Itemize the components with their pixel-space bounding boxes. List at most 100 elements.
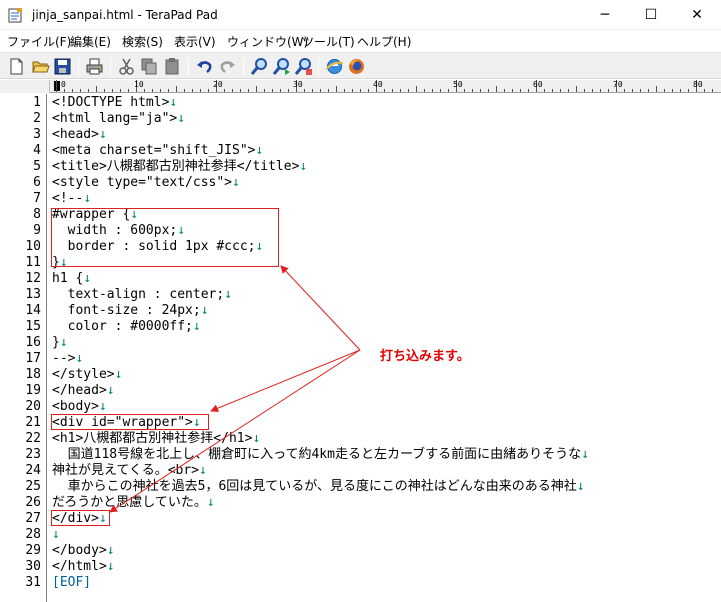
menu-view[interactable]: 表示(V) [174,33,216,50]
menu-help[interactable]: ヘルプ(H) [357,33,411,50]
find-icon[interactable] [250,57,269,76]
code-line[interactable]: <style type="text/css">↓ [52,175,240,191]
ruler-tick [384,89,385,92]
menu-file[interactable]: ファイル(F) [7,33,71,50]
newline-mark: ↓ [177,111,186,126]
code-line[interactable]: <head>↓ [52,127,107,143]
line-number: 21 [25,415,41,430]
ruler-tick [352,89,353,92]
code-line[interactable]: </body>↓ [52,543,115,559]
ruler-tick [424,89,425,92]
new-file-icon[interactable] [7,57,26,76]
code-line[interactable]: h1 {↓ [52,271,91,287]
ruler-tick [312,89,313,92]
code-line[interactable]: <body>↓ [52,399,107,415]
code-text: color : #0000ff; [52,319,193,334]
ruler-tick [712,89,713,92]
newline-mark: ↓ [52,527,60,542]
find-next-icon[interactable] [272,57,291,76]
code-text: <meta charset="shift_JIS"> [52,143,256,158]
close-button[interactable]: ✕ [674,0,720,30]
print-icon[interactable] [85,57,104,76]
ruler-tick [664,89,665,92]
ruler-tick [464,89,465,92]
menu-edit[interactable]: 編集(E) [70,33,111,50]
code-line[interactable]: </style>↓ [52,367,122,383]
line-number: 26 [25,495,41,510]
code-line[interactable]: だろうかと思慮していた。↓ [52,495,215,511]
save-icon[interactable] [53,57,72,76]
ruler-tick [440,89,441,92]
line-number: 8 [33,207,41,222]
code-line[interactable]: ↓ [52,527,60,543]
firefox-icon[interactable] [347,57,366,76]
line-number-gutter: 1 2 3 4 5 6 7 8 9 10 11 12 13 14 15 16 17 18 19 20 21 22 23 24 2… [0,94,47,602]
code-line[interactable]: color : #0000ff;↓ [52,319,201,335]
code-text: 神社が見えてくる。<br> [52,463,200,478]
line-number: 1 [33,95,41,110]
newline-mark: ↓ [83,271,92,286]
ruler-tick [592,89,593,92]
ruler-tick [656,86,657,92]
code-text: <!-- [52,191,84,206]
line-number: 20 [25,399,41,414]
line-number: 22 [25,431,41,446]
code-line[interactable]: }↓ [52,335,68,351]
code-text: <html lang="ja"> [52,111,178,126]
maximize-button[interactable]: ☐ [628,0,674,30]
menu-window[interactable]: ウィンドウ(W) [227,33,308,50]
menu-tools[interactable]: ツール(T) [302,33,355,50]
code-line[interactable]: <!--↓ [52,191,91,207]
paste-icon[interactable] [163,57,182,76]
code-line[interactable]: <meta charset="shift_JIS">↓ [52,143,263,159]
menu-search[interactable]: 検索(S) [122,33,163,50]
ruler-tick [336,86,337,92]
browser-icon[interactable] [325,57,344,76]
ruler-tick [480,89,481,92]
open-folder-icon[interactable] [31,57,50,76]
ruler-tick [472,89,473,92]
copy-icon[interactable] [140,57,159,76]
div-close-highlight [51,510,110,526]
ruler-tick [288,89,289,92]
code-line[interactable]: <title>八槻都都古別神社参拝</title>↓ [52,159,307,175]
code-line[interactable]: [EOF] [52,575,91,591]
ruler-tick [328,89,329,92]
code-text: <head> [52,127,99,142]
code-line[interactable]: text-align : center;↓ [52,287,232,303]
cut-icon[interactable] [117,57,136,76]
code-line[interactable]: font-size : 24px;↓ [52,303,209,319]
ruler-label: 10 [134,80,144,89]
ruler-tick [488,89,489,92]
code-line[interactable]: -->↓ [52,351,83,367]
ruler-tick [144,89,145,92]
replace-icon[interactable] [294,57,313,76]
ruler-tick [104,89,105,92]
line-number: 28 [25,527,41,542]
line-number: 31 [25,575,41,590]
line-number: 24 [25,463,41,478]
code-text: </head> [52,383,107,398]
code-line[interactable]: <!DOCTYPE html>↓ [52,95,177,111]
code-line[interactable]: 国道118号線を北上し、棚倉町に入って約4km走ると左カーブする前面に由緒ありそ… [52,447,589,463]
notepad-app-icon [8,8,22,23]
ruler-tick [416,86,417,92]
code-line[interactable]: 神社が見えてくる。<br>↓ [52,463,207,479]
code-line[interactable]: </head>↓ [52,383,115,399]
ruler-label: 30 [293,80,303,89]
code-line[interactable]: </html>↓ [52,559,115,575]
code-line[interactable]: <html lang="ja">↓ [52,111,185,127]
undo-icon[interactable] [195,57,214,76]
redo-icon[interactable] [218,57,237,76]
line-number: 23 [25,447,41,462]
wrapper-css-highlight [51,208,279,267]
code-text: </style> [52,367,115,382]
minimize-button[interactable]: ─ [582,0,628,30]
window-title: jinja_sanpai.html - TeraPad Pad [32,8,218,22]
ruler-tick [304,89,305,92]
code-line[interactable]: 車からこの神社を過去5，6回は見ているが、見る度にこの神社はどんな由来のある神社… [52,479,585,495]
toolbar-separator [318,58,319,75]
ruler-tick [496,86,497,92]
title-bar: jinja_sanpai.html - TeraPad Pad ─ ☐ ✕ [0,0,721,30]
code-line[interactable]: <h1>八槻都都古別神社参拝</h1>↓ [52,431,260,447]
